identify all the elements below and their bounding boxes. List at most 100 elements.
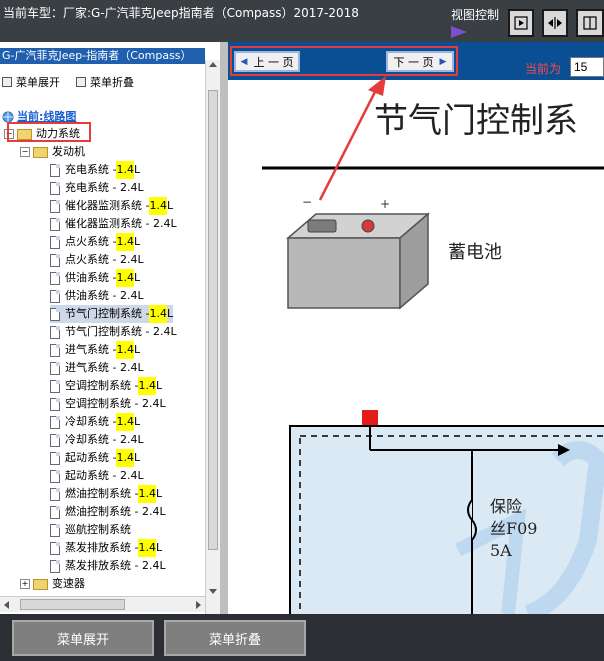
tree-item-label: 节气门控制系统 - [65,307,150,320]
document-icon [50,541,60,555]
scroll-left-icon[interactable] [4,601,9,609]
tree-item-label: 燃油控制系统 - 2.4L [65,505,166,518]
tree-item-highlight: 1.4 [116,413,134,431]
tree-item-label: 蒸发排放系统 - [65,541,139,554]
document-icon [50,559,60,573]
tree-item-suffix: L [133,343,141,356]
document-icon [50,217,60,231]
tree-item-label: 起动系统 - [65,451,117,464]
tree-item-highlight: 1.4 [149,305,167,323]
fuse-code: 丝F09 [490,519,537,538]
document-icon [50,379,60,393]
tree-item-label: 充电系统 - [65,163,117,176]
arrow-right-icon: ▶ [439,56,447,67]
fit-width-icon [548,17,562,29]
expand-toggle-icon[interactable]: + [20,579,30,589]
connector-terminal [362,410,378,426]
tree-item[interactable]: 空调控制系统 - 2.4L [50,395,166,413]
tree-item[interactable]: 巡航控制系统 [50,521,131,539]
tree-item-label: 起动系统 - 2.4L [65,469,144,482]
scroll-up-icon[interactable] [209,62,217,67]
document-icon [50,361,60,375]
document-icon [50,415,60,429]
tree-item[interactable]: 点火系统 - 1.4 L [50,233,140,251]
document-icon [50,451,60,465]
document-icon [50,325,60,339]
view-next-button[interactable] [508,9,534,37]
tree-item[interactable]: 冷却系统 - 2.4L [50,431,144,449]
tree-transmission-label: 变速器 [52,577,85,590]
document-icon [50,433,60,447]
tree-item-label: 空调控制系统 - [65,379,139,392]
document-icon [50,163,60,177]
tree-item-label: 点火系统 - [65,235,117,248]
tree-item[interactable]: 节气门控制系统 - 2.4L [50,323,177,341]
horizontal-scrollbar[interactable] [0,596,205,612]
tree-item-highlight: 1.4 [116,269,134,287]
tree-item[interactable]: 供油系统 - 2.4L [50,287,144,305]
horizontal-scroll-thumb[interactable] [20,599,125,610]
vertical-scrollbar[interactable] [205,60,220,614]
tree-item[interactable]: 蒸发排放系统 - 2.4L [50,557,166,575]
tree-item[interactable]: 催化器监测系统 - 2.4L [50,215,177,233]
tree-item[interactable]: 催化器监测系统 - 1.4 L [50,197,173,215]
document-icon [50,271,60,285]
footer-expand-button[interactable]: 菜单展开 [12,620,154,656]
footer-expand-label: 菜单展开 [56,632,109,648]
tree-item[interactable]: 起动系统 - 2.4L [50,467,144,485]
tree-item[interactable]: 空调控制系统 - 1.4 L [50,377,162,395]
document-icon [50,235,60,249]
panel-splitter[interactable] [220,42,228,614]
tree-item[interactable]: 充电系统 - 2.4L [50,179,144,197]
tree-item[interactable]: 进气系统 - 2.4L [50,359,144,377]
tree-item[interactable]: 进气系统 - 1.4 L [50,341,140,359]
tree-item[interactable]: 冷却系统 - 1.4 L [50,413,140,431]
fuse-amp: 5A [490,541,512,560]
scroll-right-icon[interactable] [196,601,201,609]
fuse-label: 保险 [490,497,522,516]
collapse-menu-button[interactable]: 菜单折叠 [76,74,134,90]
document-icon [50,253,60,267]
prev-page-button[interactable]: ◀ 上 一 页 [234,51,300,72]
folder-icon [33,146,48,158]
fit-page-icon [583,16,597,30]
expand-menu-button[interactable]: 菜单展开 [2,74,60,90]
tree-engine-node[interactable]: − 发动机 [20,143,85,161]
document-icon [50,523,60,537]
bottom-bar: 菜单展开 菜单折叠 [0,614,604,661]
fit-width-button[interactable] [542,9,568,37]
tree-item[interactable]: 供油系统 - 1.4 L [50,269,140,287]
tree-item-label: 巡航控制系统 [65,523,131,536]
tree-item-label: 催化器监测系统 - 2.4L [65,217,177,230]
tree-item[interactable]: 节气门控制系统 - 1.4 L [50,305,174,323]
tree-transmission-node[interactable]: + 变速器 [20,575,85,593]
next-page-button[interactable]: 下 一 页 ▶ [386,51,454,72]
tree-item-label: 冷却系统 - [65,415,117,428]
tree-item-suffix: L [166,307,174,320]
tree-item[interactable]: 点火系统 - 2.4L [50,251,144,269]
tree-item[interactable]: 燃油控制系统 - 1.4 L [50,485,162,503]
footer-collapse-button[interactable]: 菜单折叠 [164,620,306,656]
fit-page-button[interactable] [576,9,604,37]
document-icon [50,307,60,321]
tree-item-suffix: L [133,451,141,464]
tree-item[interactable]: 燃油控制系统 - 2.4L [50,503,166,521]
tree-item-highlight: 1.4 [116,233,134,251]
annotation-box [7,122,91,142]
scroll-down-icon[interactable] [209,589,217,594]
battery-label: 蓄电池 [448,242,502,263]
tree-engine-label: 发动机 [52,145,85,158]
next-page-icon [514,16,528,30]
tree-item[interactable]: 起动系统 - 1.4 L [50,449,140,467]
next-page-label: 下 一 页 [393,55,434,69]
tree-item-suffix: L [133,271,141,284]
vertical-scroll-thumb[interactable] [208,90,218,550]
tree-item[interactable]: 蒸发排放系统 - 1.4 L [50,539,162,557]
tree-item-highlight: 1.4 [116,449,134,467]
collapse-toggle-icon[interactable]: − [20,147,30,157]
collapse-menu-label: 菜单折叠 [90,76,134,89]
annotation-arrow [318,76,386,201]
tree-item[interactable]: 充电系统 - 1.4 L [50,161,140,179]
menu-expand-icon [2,77,12,87]
tree-item-highlight: 1.4 [138,539,156,557]
